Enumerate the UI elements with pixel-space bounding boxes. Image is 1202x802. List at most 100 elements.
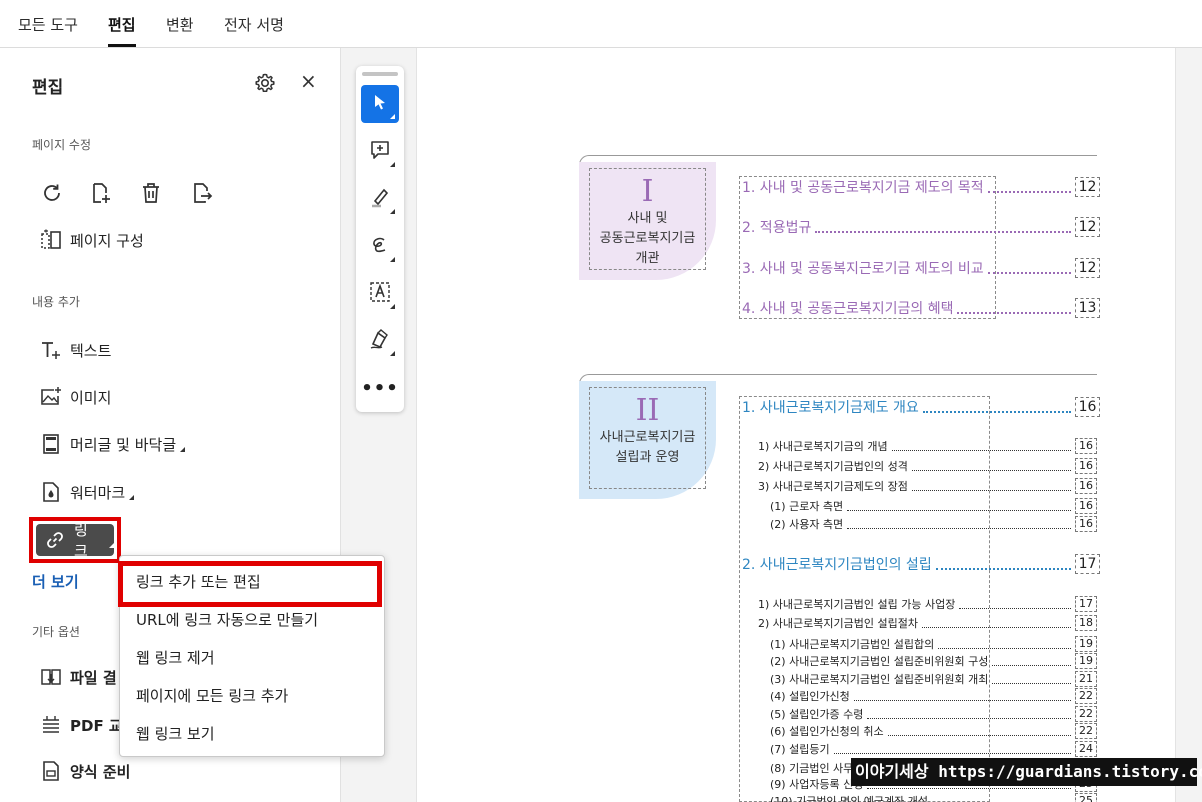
section-2-roman: II (635, 393, 660, 428)
watermark-banner: 이야기세상 https://guardians.tistory.com (851, 758, 1202, 786)
toc-sub-entry[interactable]: (1) 근로자 측면 16 (770, 498, 1097, 514)
section-2-badge: II 사내근로복지기금 설립과 운영 (579, 381, 716, 499)
toc-sub-entry[interactable]: (3) 사내근로복지기금법인 설립준비위원회 개최 21 (770, 671, 1097, 687)
text-select-tool[interactable] (361, 275, 399, 313)
toc-sub-entry[interactable]: 3) 사내근로복지기금제도의 장점 16 (758, 478, 1097, 494)
section-1-badge: I 사내 및 공동근로복지기금 개관 (579, 162, 716, 280)
section-other-options: 기타 옵션 (32, 625, 80, 639)
toc-entry[interactable]: 1. 사내근로복지기금제도 개요 16 (742, 397, 1100, 417)
more-tools[interactable]: ••• (361, 369, 399, 407)
select-cursor-icon (371, 93, 389, 115)
toc-sub-entry[interactable]: 2) 사내근로복지기금법인 설립절차 18 (758, 615, 1097, 631)
pdf-compare-label: PDF 교 (70, 716, 123, 735)
highlighter-icon (369, 186, 391, 212)
highlight-tool[interactable] (361, 180, 399, 218)
toc-entry[interactable]: 1. 사내 및 공동근로복지기금 제도의 목적 12 (742, 177, 1100, 197)
section-1-line-3: 개관 (635, 251, 660, 266)
add-image-item[interactable]: 이미지 (40, 383, 111, 411)
add-text-label: 텍스트 (70, 341, 112, 360)
dropdown-caret-icon (180, 446, 186, 452)
tab-e-sign[interactable]: 전자 서명 (224, 14, 284, 35)
toc-sub-entry[interactable]: (2) 사내근로복지기금법인 설립준비위원회 구성 19 (770, 653, 1097, 669)
menu-remove-web-links[interactable]: 웹 링크 제거 (136, 647, 215, 668)
link-icon (45, 530, 65, 550)
sign-icon (369, 328, 391, 354)
menu-view-web-links[interactable]: 웹 링크 보기 (136, 723, 215, 744)
section-1-line-1: 사내 및 (627, 211, 668, 226)
comment-icon (369, 139, 391, 165)
more-icon: ••• (361, 377, 399, 399)
draw-tool[interactable] (361, 228, 399, 266)
toc-entry[interactable]: 4. 사내 및 공동근로복지기금의 혜택 13 (742, 298, 1100, 318)
comment-tool[interactable] (361, 133, 399, 171)
tab-convert[interactable]: 변환 (166, 14, 194, 35)
prepare-form-item[interactable]: 양식 준비 (40, 757, 130, 785)
toc-sub-entry[interactable]: (7) 설립등기 24 (770, 741, 1097, 757)
top-menu-bar: 모든 도구 편집 변환 전자 서명 (0, 0, 1202, 48)
link-button[interactable]: 링크 (36, 521, 114, 560)
prepare-form-label: 양식 준비 (70, 762, 131, 781)
tab-all-tools[interactable]: 모든 도구 (18, 14, 78, 35)
form-icon (40, 760, 62, 782)
toc-sub-entry[interactable]: (6) 설립인가신청의 취소 22 (770, 723, 1097, 739)
header-footer-item[interactable]: 머리글 및 바닥글 (40, 430, 186, 458)
section-1-roman: I (641, 174, 654, 209)
link-highlight-box: 링크 (29, 517, 121, 563)
menu-auto-create-url-links[interactable]: URL에 링크 자동으로 만들기 (136, 609, 318, 630)
organize-pages-item[interactable]: 페이지 구성 (40, 226, 144, 254)
link-dropdown-menu: 링크 추가 또는 편집 URL에 링크 자동으로 만들기 웹 링크 제거 페이지… (118, 555, 385, 757)
trash-icon[interactable] (139, 181, 163, 205)
dropdown-caret-icon (109, 542, 114, 548)
add-image-icon (40, 386, 62, 408)
toc-sub-entry[interactable]: (1) 사내근로복지기금법인 설립합의 19 (770, 636, 1097, 652)
organize-icon (40, 229, 62, 251)
toc-sub-entry[interactable]: 2) 사내근로복지기금법인의 성격 16 (758, 458, 1097, 474)
more-link[interactable]: 더 보기 (32, 571, 79, 592)
organize-pages-label: 페이지 구성 (70, 231, 144, 250)
rotate-icon[interactable] (40, 181, 64, 205)
watermark-item[interactable]: 워터마크 (40, 478, 135, 506)
text-select-icon (369, 281, 391, 307)
combine-icon (40, 666, 62, 688)
add-text-icon (40, 339, 62, 361)
pdf-compare-item[interactable]: PDF 교 (40, 711, 123, 739)
combine-files-item[interactable]: 파일 결 (40, 663, 117, 691)
combine-files-label: 파일 결 (70, 668, 117, 687)
header-footer-label: 머리글 및 바닥글 (70, 435, 177, 454)
menu-add-edit-link[interactable]: 링크 추가 또는 편집 (136, 571, 261, 592)
close-icon[interactable]: × (300, 69, 317, 93)
toolbar-grip[interactable] (362, 72, 398, 76)
header-footer-icon (40, 433, 62, 455)
add-image-label: 이미지 (70, 388, 112, 407)
section-2-line-2: 설립과 운영 (615, 450, 680, 465)
toc-entry[interactable]: 3. 사내 및 공동복지근로기금 제도의 비교 12 (742, 258, 1100, 278)
toc-sub-entry[interactable]: (2) 사용자 측면 16 (770, 516, 1097, 532)
dropdown-caret-icon (129, 494, 135, 500)
toc-entry[interactable]: 2. 사내근로복지기금법인의 설립 17 (742, 554, 1100, 574)
toc-sub-entry[interactable]: (4) 설립인가신청 22 (770, 688, 1097, 704)
sign-tool[interactable] (361, 322, 399, 360)
panel-title: 편집 (32, 78, 64, 98)
insert-page-icon[interactable] (89, 181, 113, 205)
menu-add-all-links[interactable]: 페이지에 모든 링크 추가 (136, 685, 288, 706)
add-text-item[interactable]: 텍스트 (40, 336, 111, 364)
toc-sub-entry[interactable]: (5) 설립인가증 수령 22 (770, 706, 1097, 722)
freehand-icon (369, 234, 391, 260)
gear-icon[interactable] (254, 72, 276, 94)
link-label: 링크 (74, 521, 88, 560)
toc-sub-entry[interactable]: (8) 기금법인 사무 (770, 760, 853, 776)
extract-page-icon[interactable] (190, 181, 214, 205)
compare-icon (40, 714, 62, 736)
quick-tools-bar: ••• (356, 66, 404, 412)
toc-entry[interactable]: 2. 적용법규 12 (742, 217, 1100, 237)
section-page-modify: 페이지 수정 (32, 138, 92, 152)
select-tool[interactable] (361, 85, 399, 123)
section-1-line-2: 공동근로복지기금 (599, 231, 696, 246)
section-2-line-1: 사내근로복지기금 (599, 430, 696, 445)
scroll-gutter[interactable] (1176, 48, 1202, 802)
toc-sub-entry[interactable]: 1) 사내근로복지기금의 개념 16 (758, 438, 1097, 454)
tab-edit[interactable]: 편집 (108, 14, 136, 47)
toc-sub-entry[interactable]: 1) 사내근로복지기금법인 설립 가능 사업장 17 (758, 596, 1097, 612)
toc-sub-entry[interactable]: (10) 기금법인 명의 예금계좌 개설 25 (770, 793, 1097, 802)
watermark-icon (40, 481, 62, 503)
